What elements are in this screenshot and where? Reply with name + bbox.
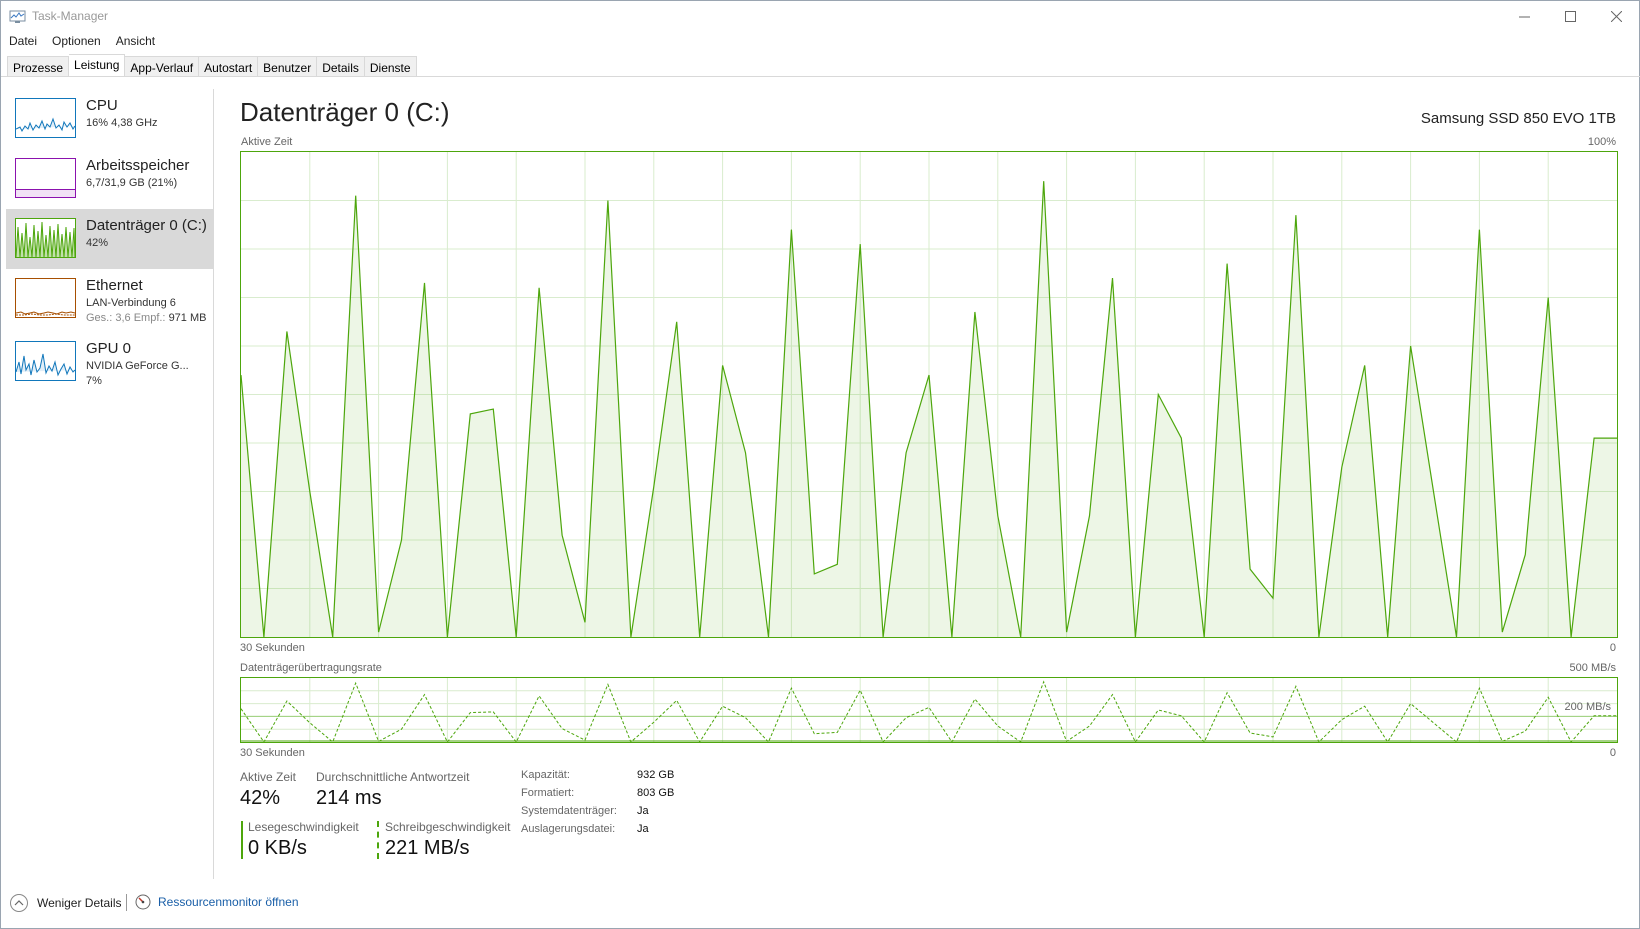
cpu-thumbnail — [15, 98, 76, 138]
page-title: Datenträger 0 (C:) — [240, 97, 450, 127]
minimize-button[interactable] — [1501, 1, 1547, 32]
sidebar-item-ethernet[interactable]: Ethernet LAN-Verbindung 6 Ges.: 3,6 Empf… — [6, 269, 213, 329]
sidebar-ethernet-title: Ethernet — [86, 277, 143, 294]
disk-mini-graph — [16, 221, 75, 257]
ethernet-received-label: Empf.: — [133, 312, 166, 324]
resource-monitor-icon — [135, 894, 151, 910]
resource-monitor-label: Ressourcenmonitor öffnen — [158, 895, 299, 909]
task-manager-window: Task-Manager Datei Optionen Ansicht Proz… — [0, 0, 1640, 929]
menu-ansicht[interactable]: Ansicht — [108, 32, 162, 52]
resource-monitor-link[interactable]: Ressourcenmonitor öffnen — [135, 894, 299, 910]
response-time-label: Durchschnittliche Antwortzeit — [316, 770, 470, 784]
sidebar-ethernet-adapter: LAN-Verbindung 6 — [86, 297, 176, 309]
capacity-label: Kapazität: — [521, 769, 570, 781]
active-time-stat-value: 42% — [240, 787, 281, 809]
transfer-rate-min-label: 0 — [1609, 747, 1616, 759]
ethernet-sent-label: Ges.: 3,6 — [86, 312, 131, 324]
tab-details[interactable]: Details — [317, 56, 365, 77]
read-speed-value: 0 KB/s — [248, 837, 307, 859]
device-name: Samsung SSD 850 EVO 1TB — [1420, 110, 1616, 127]
memory-thumbnail — [15, 158, 76, 198]
transfer-rate-graph — [240, 677, 1618, 743]
window-title: Task-Manager — [32, 9, 109, 23]
write-speed-label: Schreibgeschwindigkeit — [385, 820, 511, 834]
gpu-mini-graph — [16, 353, 75, 377]
menu-optionen[interactable]: Optionen — [44, 32, 108, 52]
capacity-value: 932 GB — [637, 769, 675, 781]
sidebar-disk-title: Datenträger 0 (C:) — [86, 217, 207, 234]
response-time-value: 214 ms — [316, 787, 382, 809]
sidebar-gpu-usage: 7% — [86, 375, 102, 387]
ethernet-received-value: 971 MB — [168, 312, 207, 324]
sidebar-gpu-model: NVIDIA GeForce G... — [86, 360, 189, 372]
chevron-up-icon — [10, 894, 28, 912]
sidebar-item-gpu[interactable]: GPU 0 NVIDIA GeForce G... 7% — [6, 332, 213, 392]
sidebar-item-cpu[interactable]: CPU 16% 4,38 GHz — [6, 89, 213, 149]
tab-bar: Prozesse Leistung App-Verlauf Autostart … — [7, 54, 417, 77]
read-speed-legend-bar — [241, 821, 243, 859]
transfer-rate-scale-label: 200 MB/s — [1564, 701, 1611, 713]
active-time-min-label: 0 — [1609, 642, 1616, 654]
maximize-button[interactable] — [1547, 1, 1593, 32]
ethernet-thumbnail — [15, 278, 76, 318]
active-time-timespan: 30 Sekunden — [240, 642, 305, 654]
tab-divider — [1, 76, 1640, 77]
active-time-stat-label: Aktive Zeit — [240, 770, 297, 784]
disk-thumbnail — [15, 218, 76, 258]
active-time-graph-label: Aktive Zeit — [241, 136, 293, 148]
active-time-chart — [241, 152, 1617, 637]
menu-bar: Datei Optionen Ansicht — [1, 32, 162, 52]
menu-datei[interactable]: Datei — [1, 32, 44, 52]
sidebar-cpu-usage: 16% 4,38 GHz — [86, 117, 158, 129]
transfer-rate-max-label: 500 MB/s — [1569, 662, 1616, 674]
performance-sidebar: CPU 16% 4,38 GHz Arbeitsspeicher 6,7/31,… — [1, 89, 214, 879]
sidebar-cpu-title: CPU — [86, 97, 118, 114]
write-speed-legend-bar — [377, 821, 379, 859]
tab-app-verlauf[interactable]: App-Verlauf — [125, 56, 200, 77]
ethernet-mini-graph — [16, 311, 75, 316]
sidebar-item-memory[interactable]: Arbeitsspeicher 6,7/31,9 GB (21%) — [6, 149, 213, 209]
page-file-value: Ja — [637, 823, 649, 835]
gpu-thumbnail — [15, 341, 76, 381]
task-manager-icon — [9, 10, 26, 23]
fewer-details-label: Weniger Details — [37, 896, 122, 910]
minimize-icon — [1518, 16, 1530, 18]
transfer-rate-graph-label: Datenträgerübertragungsrate — [240, 662, 382, 674]
formatted-value: 803 GB — [637, 787, 675, 799]
sidebar-disk-usage: 42% — [86, 237, 109, 249]
write-speed-value: 221 MB/s — [385, 837, 470, 859]
tab-autostart[interactable]: Autostart — [199, 56, 259, 77]
fewer-details-button[interactable]: Weniger Details — [10, 894, 121, 912]
cpu-mini-graph — [16, 117, 75, 133]
maximize-icon — [1564, 11, 1576, 22]
page-file-label: Auslagerungsdatei: — [521, 823, 616, 835]
tab-leistung[interactable]: Leistung — [69, 54, 126, 77]
footer-divider — [126, 894, 127, 911]
sidebar-memory-usage: 6,7/31,9 GB (21%) — [86, 177, 178, 189]
transfer-rate-chart — [241, 678, 1617, 742]
formatted-label: Formatiert: — [521, 787, 575, 799]
active-time-max-label: 100% — [1587, 136, 1616, 148]
read-speed-label: Lesegeschwindigkeit — [248, 820, 359, 834]
sidebar-item-disk[interactable]: Datenträger 0 (C:) 42% — [6, 209, 213, 269]
sidebar-ethernet-traffic: Ges.: 3,6 Empf.: 971 MB — [86, 312, 206, 324]
tab-benutzer[interactable]: Benutzer — [258, 56, 318, 77]
system-disk-value: Ja — [637, 805, 649, 817]
title-bar: Task-Manager — [1, 1, 1639, 32]
active-time-graph — [240, 151, 1618, 638]
close-button[interactable] — [1593, 1, 1639, 32]
tab-dienste[interactable]: Dienste — [364, 56, 417, 77]
tab-prozesse[interactable]: Prozesse — [7, 56, 70, 77]
memory-fill — [16, 189, 75, 197]
close-icon — [1610, 11, 1622, 22]
sidebar-gpu-title: GPU 0 — [86, 340, 132, 357]
transfer-rate-grid — [241, 678, 1617, 742]
sidebar-memory-title: Arbeitsspeicher — [86, 157, 190, 174]
system-disk-label: Systemdatenträger: — [521, 805, 617, 817]
transfer-rate-timespan: 30 Sekunden — [240, 747, 305, 759]
